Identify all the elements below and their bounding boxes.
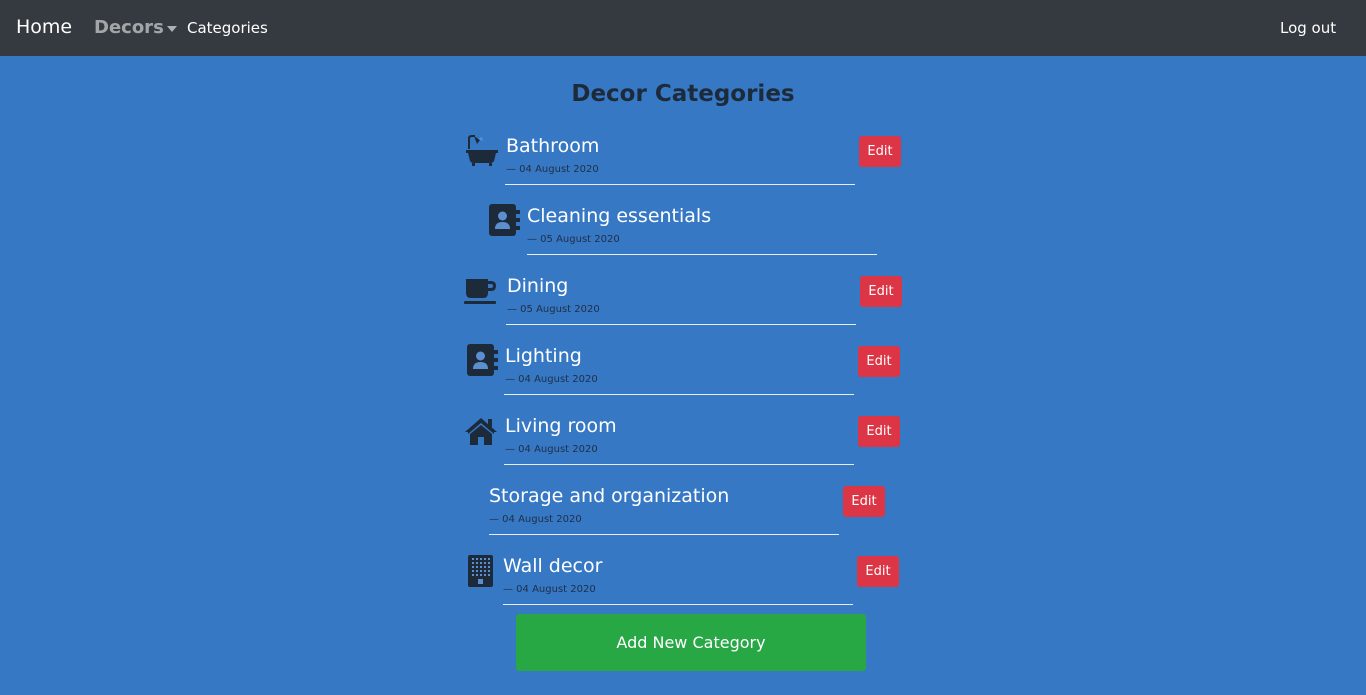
category-name[interactable]: Cleaning essentials: [527, 205, 711, 227]
category-name[interactable]: Bathroom: [506, 135, 599, 157]
add-category-button[interactable]: Add New Category: [516, 614, 866, 671]
coffee-cup-icon: [464, 279, 496, 304]
category-name[interactable]: Dining: [507, 275, 568, 297]
divider: [527, 254, 877, 255]
page-title: Decor Categories: [571, 81, 795, 107]
contact-book-icon: [489, 204, 520, 236]
top-navbar: Home Decors Categories Log out: [0, 0, 1366, 56]
category-name[interactable]: Living room: [505, 415, 617, 437]
edit-button[interactable]: Edit: [858, 346, 900, 377]
nav-categories-link[interactable]: Categories: [187, 19, 268, 37]
edit-button[interactable]: Edit: [860, 276, 902, 307]
divider: [504, 464, 854, 465]
edit-button[interactable]: Edit: [843, 486, 885, 517]
edit-button[interactable]: Edit: [857, 556, 899, 587]
logout-link[interactable]: Log out: [1280, 19, 1336, 37]
edit-button[interactable]: Edit: [858, 416, 900, 447]
nav-home-link[interactable]: Home: [16, 16, 72, 38]
bathtub-icon: [466, 135, 498, 166]
divider: [504, 394, 854, 395]
edit-button[interactable]: Edit: [859, 136, 901, 167]
category-date: — 04 August 2020: [506, 164, 599, 175]
divider: [505, 184, 855, 185]
category-name[interactable]: Lighting: [505, 345, 582, 367]
nav-decors-dropdown[interactable]: Decors: [94, 17, 164, 38]
home-icon: [465, 418, 497, 445]
category-date: — 04 August 2020: [503, 584, 596, 595]
category-date: — 05 August 2020: [507, 304, 600, 315]
divider: [489, 534, 839, 535]
category-name[interactable]: Storage and organization: [489, 485, 729, 507]
category-name[interactable]: Wall decor: [503, 555, 602, 577]
category-date: — 04 August 2020: [505, 444, 598, 455]
category-date: — 04 August 2020: [489, 514, 582, 525]
building-icon: [468, 555, 493, 587]
caret-down-icon[interactable]: [167, 26, 177, 32]
divider: [503, 604, 853, 605]
category-date: — 04 August 2020: [505, 374, 598, 385]
divider: [506, 324, 856, 325]
category-date: — 05 August 2020: [527, 234, 620, 245]
contact-book-icon: [467, 344, 498, 376]
